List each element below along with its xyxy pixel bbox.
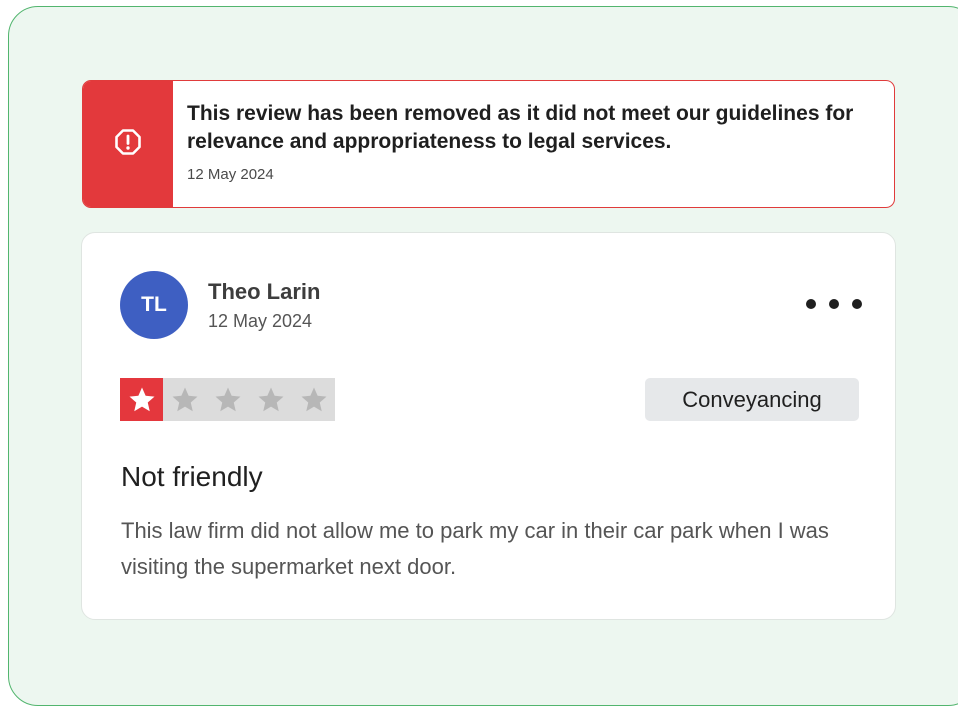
review-date: 12 May 2024 [208,311,313,331]
notice-date: 12 May 2024 [187,166,274,183]
star-icon-filled [120,378,163,421]
review-body: This law firm did not allow me to park m… [121,518,829,579]
more-options-button[interactable] [806,289,862,319]
star-icon-empty [163,378,206,421]
category-tag[interactable]: Conveyancing [645,378,859,421]
star-icon-empty [249,378,292,421]
avatar: TL [120,271,188,339]
reviewer-name[interactable]: Theo Larin [208,279,320,305]
star-rating [120,378,335,421]
notice-message: This review has been removed as it did n… [187,102,854,153]
more-dot-icon [829,299,839,309]
star-icon-empty [206,378,249,421]
star-icon-empty [292,378,335,421]
more-dot-icon [852,299,862,309]
review-title: Not friendly [121,461,263,492]
more-dot-icon [806,299,816,309]
removed-review-notice: This review has been removed as it did n… [82,80,895,208]
review-card: TL Theo Larin 12 May 2024 Conveyancing N… [81,232,896,620]
notice-icon-strip [83,81,173,207]
alert-octagon-icon [115,128,141,160]
